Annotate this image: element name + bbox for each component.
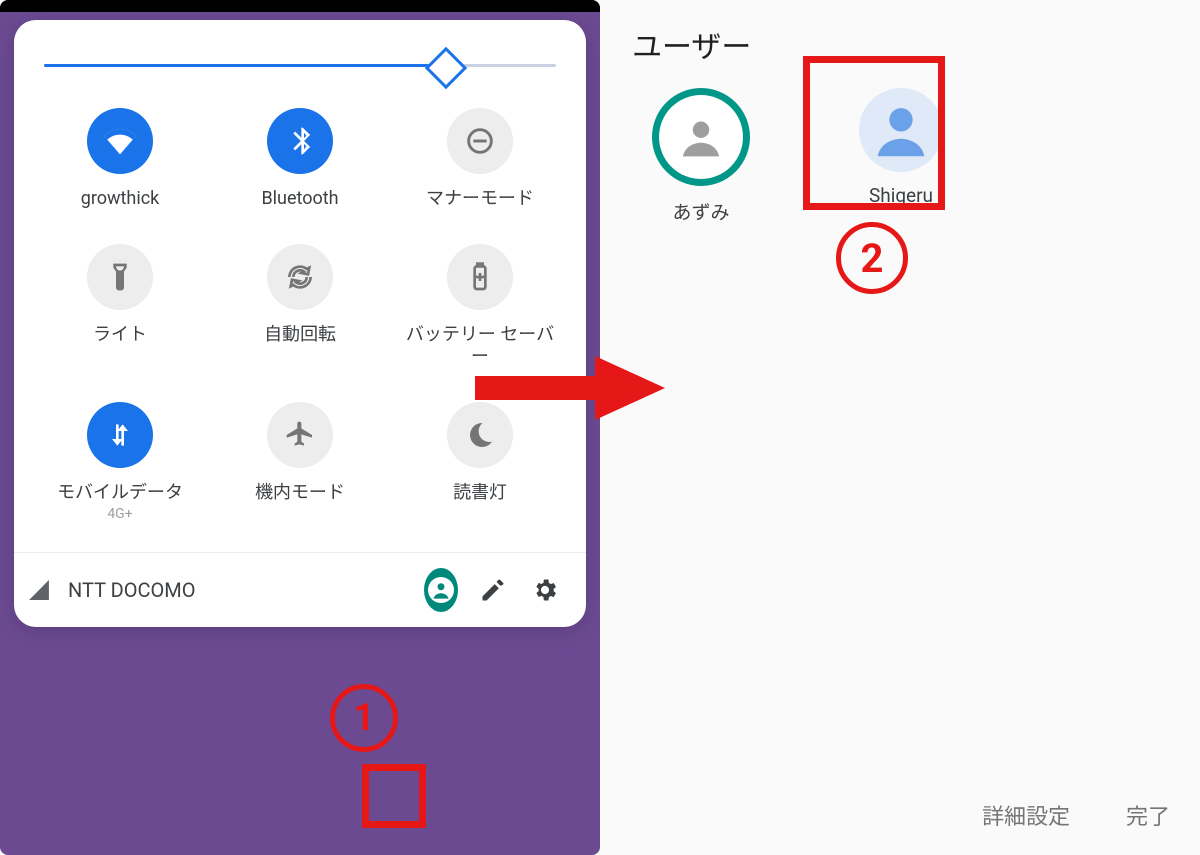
quick-settings-panel: growthick Bluetooth マナーモード xyxy=(14,20,586,627)
quick-settings-screen: growthick Bluetooth マナーモード xyxy=(0,0,600,855)
qs-footer: NTT DOCOMO xyxy=(14,552,586,613)
user-item-current[interactable]: あずみ xyxy=(636,88,766,225)
qs-tile-mobile-data[interactable]: モバイルデータ 4G+ xyxy=(36,402,204,522)
qs-tile-label: 読書灯 xyxy=(453,482,507,504)
status-bar xyxy=(0,0,600,12)
qs-tile-label: 機内モード xyxy=(255,482,345,504)
carrier-label: NTT DOCOMO xyxy=(68,578,195,602)
brightness-thumb-icon[interactable] xyxy=(425,47,467,89)
qs-tile-bluetooth[interactable]: Bluetooth xyxy=(216,108,384,210)
settings-button[interactable] xyxy=(528,573,562,607)
battery-saver-icon xyxy=(447,244,513,310)
qs-tile-label: ライト xyxy=(93,324,147,346)
qs-tile-label: 自動回転 xyxy=(264,324,336,346)
qs-tile-wifi[interactable]: growthick xyxy=(36,108,204,210)
bluetooth-icon xyxy=(267,108,333,174)
flashlight-icon xyxy=(87,244,153,310)
advanced-settings-button[interactable]: 詳細設定 xyxy=(982,799,1070,831)
qs-tile-label: モバイルデータ xyxy=(57,482,183,504)
user-name: Shigeru xyxy=(869,184,933,207)
user-name: あずみ xyxy=(672,198,729,225)
qs-tile-label: マナーモード xyxy=(426,188,534,210)
user-switch-button[interactable] xyxy=(424,573,458,607)
qs-tile-airplane[interactable]: 機内モード xyxy=(216,402,384,522)
airplane-icon xyxy=(267,402,333,468)
done-button[interactable]: 完了 xyxy=(1126,799,1170,831)
qs-tile-label: growthick xyxy=(81,188,160,210)
users-title: ユーザー xyxy=(632,22,1200,66)
qs-tile-label: バッテリー セーバー xyxy=(400,324,560,368)
brightness-slider[interactable] xyxy=(44,50,556,80)
wifi-icon xyxy=(87,108,153,174)
edit-tiles-button[interactable] xyxy=(476,573,510,607)
user-avatar-icon xyxy=(859,88,943,172)
qs-tile-grid: growthick Bluetooth マナーモード xyxy=(36,108,564,522)
do-not-disturb-icon xyxy=(447,108,513,174)
qs-tile-battery-saver[interactable]: バッテリー セーバー xyxy=(396,244,564,368)
user-avatar-icon xyxy=(652,88,750,186)
qs-tile-rotation[interactable]: 自動回転 xyxy=(216,244,384,368)
qs-tile-label: Bluetooth xyxy=(261,188,338,210)
user-list: あずみ Shigeru xyxy=(636,88,1200,225)
user-item-other[interactable]: Shigeru xyxy=(836,88,966,225)
qs-tile-reading-light[interactable]: 読書灯 xyxy=(396,402,564,522)
qs-tile-sublabel: 4G+ xyxy=(107,506,132,522)
qs-tile-dnd[interactable]: マナーモード xyxy=(396,108,564,210)
auto-rotate-icon xyxy=(267,244,333,310)
moon-icon xyxy=(447,402,513,468)
qs-tile-flashlight[interactable]: ライト xyxy=(36,244,204,368)
signal-icon xyxy=(29,580,49,600)
user-switcher-screen: ユーザー あずみ Shigeru 詳細設定 完了 xyxy=(600,0,1200,855)
mobile-data-icon xyxy=(87,402,153,468)
